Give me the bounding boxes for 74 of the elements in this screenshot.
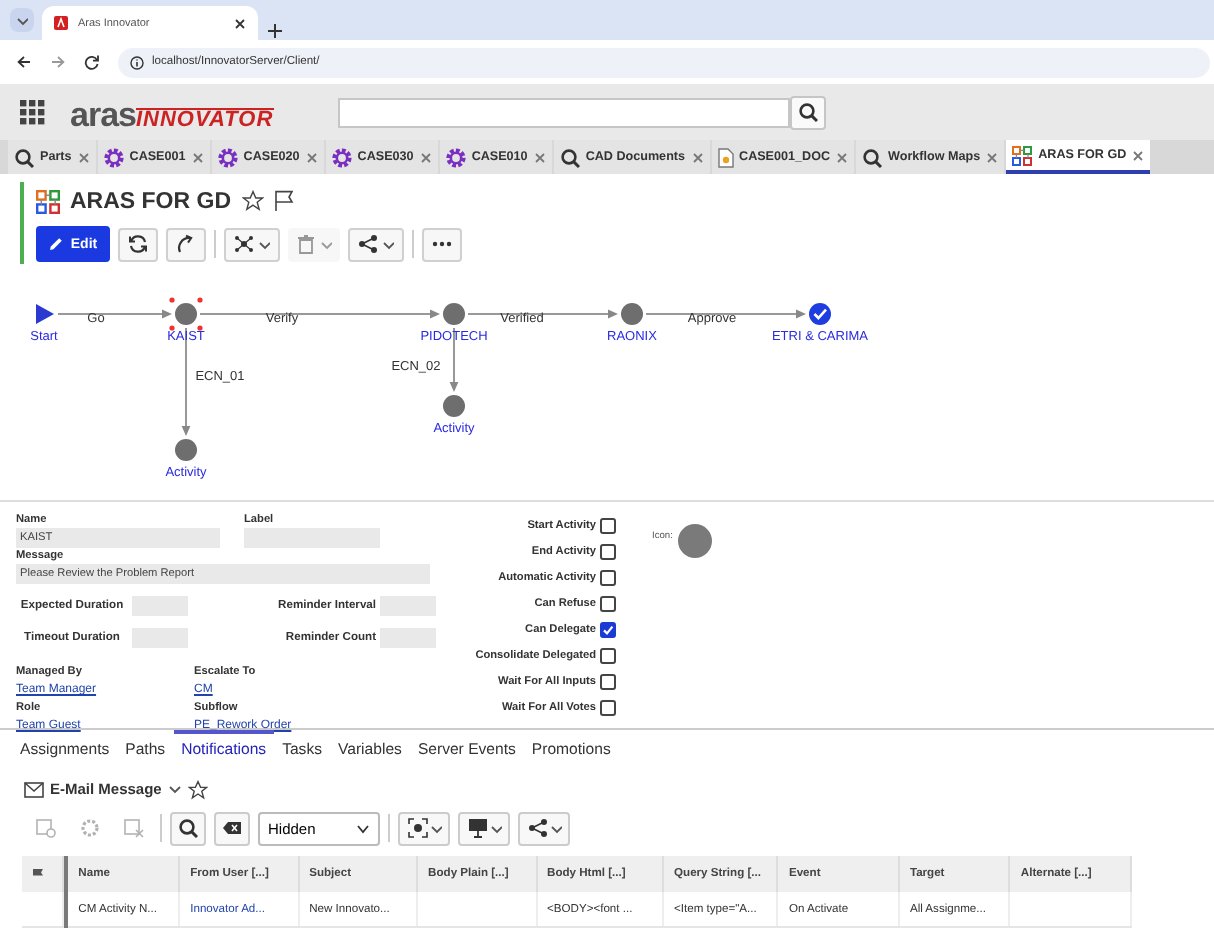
node-icon-preview: [678, 524, 713, 558]
network-icon: [234, 234, 254, 254]
apps-grid-icon[interactable]: [20, 99, 46, 125]
gear-icon: [445, 147, 466, 167]
workflow-icon: [36, 189, 60, 213]
redo-button[interactable]: [166, 227, 206, 261]
chevron-down-icon[interactable]: [167, 784, 182, 794]
monitor-icon: [467, 818, 487, 838]
forward-icon[interactable]: [50, 54, 66, 70]
refresh-button[interactable]: [118, 227, 158, 261]
flag-icon[interactable]: [273, 190, 293, 212]
path-arrow: [57, 309, 172, 319]
star-icon[interactable]: [187, 779, 208, 799]
checkbox[interactable]: [600, 647, 616, 663]
checkbox[interactable]: [600, 673, 616, 689]
checkbox[interactable]: [600, 699, 616, 715]
add-table-icon: [36, 818, 56, 838]
structure-button[interactable]: [224, 227, 280, 261]
eraser-icon: [222, 818, 242, 838]
gear-icon: [103, 147, 124, 167]
search-icon: [559, 147, 580, 167]
chevron-down-icon: [16, 15, 28, 25]
search-icon: [178, 818, 198, 838]
search-icon: [862, 147, 883, 167]
trash-icon: [296, 234, 316, 254]
new-tab-icon[interactable]: [266, 22, 284, 40]
search-button[interactable]: [170, 811, 206, 845]
document-icon: [717, 147, 734, 167]
chevron-down-icon: [429, 823, 441, 833]
select-button[interactable]: [398, 811, 450, 845]
chevron-down-icon: [258, 239, 270, 249]
logo-text: aras: [70, 98, 136, 134]
more-button[interactable]: [422, 227, 462, 261]
refresh-icon: [128, 234, 148, 254]
clear-search-button[interactable]: [214, 811, 250, 845]
star-icon[interactable]: [241, 190, 263, 212]
chevron-down-icon: [382, 239, 394, 249]
checkbox[interactable]: [600, 543, 616, 559]
back-icon[interactable]: [16, 54, 32, 70]
search-icon: [14, 147, 34, 167]
gear-icon: [217, 147, 238, 167]
gear-icon: [331, 147, 352, 167]
app-logo-icon: [54, 16, 68, 30]
search-field[interactable]: [337, 97, 790, 127]
checkbox[interactable]: [600, 569, 616, 585]
checkbox[interactable]: [600, 595, 616, 611]
tab-list-button[interactable]: [10, 8, 34, 32]
chevron-down-icon: [489, 823, 501, 833]
share-button[interactable]: [348, 227, 404, 261]
chevron-down-icon: [320, 239, 332, 249]
reload-icon[interactable]: [84, 54, 100, 70]
gear-icon: [80, 818, 100, 838]
check-icon: [602, 623, 614, 635]
share-icon: [358, 234, 378, 254]
pencil-icon: [48, 236, 65, 252]
remove-table-icon: [124, 818, 144, 838]
envelope-icon: [24, 781, 44, 797]
workflow-icon: [1012, 145, 1033, 165]
item-title: ARAS FOR GD: [70, 189, 231, 213]
checkbox[interactable]: [600, 621, 616, 637]
logo-subtitle: INNOVATOR: [135, 108, 274, 132]
close-icon[interactable]: [234, 17, 246, 29]
info-icon: [130, 55, 144, 69]
chevron-down-icon: [549, 823, 561, 833]
checkbox[interactable]: [600, 517, 616, 533]
chevron-down-icon: [356, 823, 370, 833]
target-icon: [407, 818, 427, 838]
view-button[interactable]: [458, 811, 510, 845]
search-icon: [797, 102, 818, 122]
share-icon: [527, 818, 547, 838]
curved-arrow-icon: [176, 234, 196, 254]
share-button[interactable]: [518, 811, 570, 845]
flag-icon: [32, 868, 44, 880]
search-button[interactable]: [789, 95, 826, 129]
